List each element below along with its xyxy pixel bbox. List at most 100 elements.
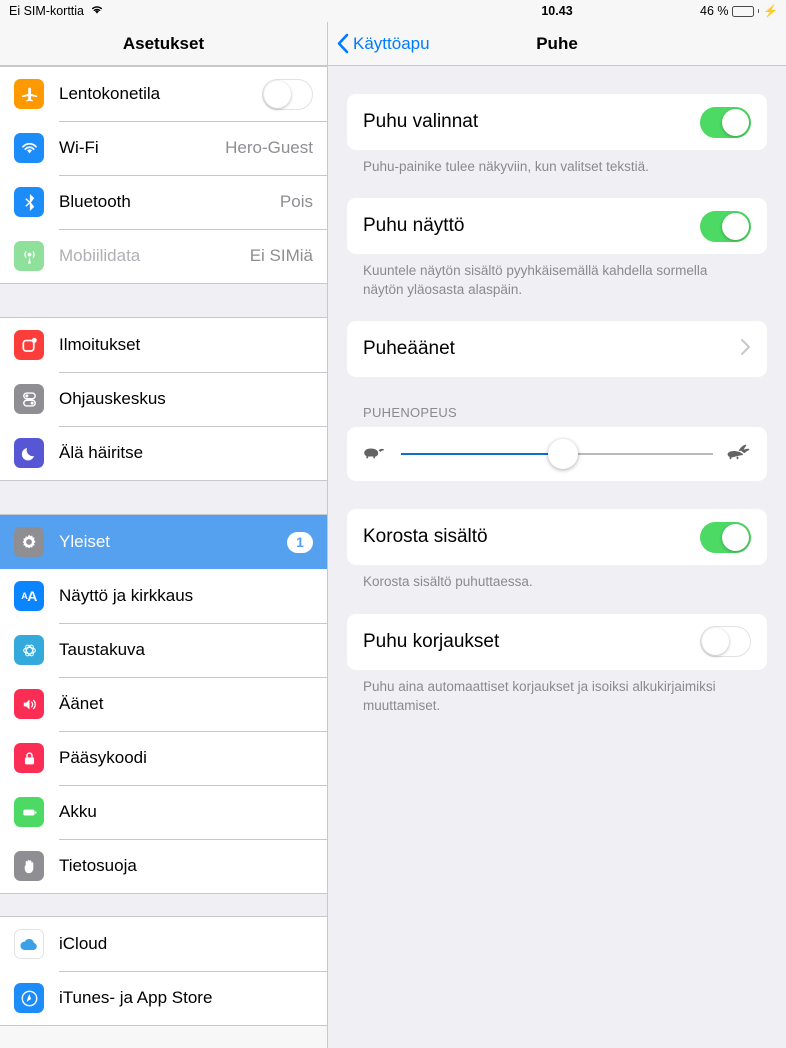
ipad-settings-screen: Ei SIM-korttia 10.43 46 % ⚡ Asetukset Le… bbox=[0, 0, 786, 1048]
sidebar-group-notifications: Ilmoitukset Ohjauskeskus Älä häiritse bbox=[0, 317, 327, 481]
sidebar-group-accounts: iCloud iTunes- ja App Store bbox=[0, 916, 327, 1026]
notifications-icon bbox=[14, 330, 44, 360]
card-puhu-valinnat: Puhu valinnat bbox=[347, 94, 767, 150]
sidebar-item-label: Ohjauskeskus bbox=[59, 389, 166, 408]
sidebar-item-mobiilidata[interactable]: Mobiilidata Ei SIMiä bbox=[0, 229, 327, 283]
sidebar-item-naytto-ja-kirkkaus[interactable]: AA Näyttö ja kirkkaus bbox=[0, 569, 327, 623]
airplane-icon bbox=[14, 79, 44, 109]
battery-icon bbox=[731, 5, 754, 17]
airplane-mode-toggle[interactable] bbox=[262, 78, 313, 110]
sidebar-item-label: Äänet bbox=[59, 694, 104, 713]
sidebar-item-aanet[interactable]: Äänet bbox=[0, 677, 327, 731]
sidebar-item-label: Näyttö ja kirkkaus bbox=[59, 586, 194, 605]
sidebar-gap bbox=[0, 894, 327, 916]
row-puhu-korjaukset[interactable]: Puhu korjaukset bbox=[347, 614, 767, 670]
sidebar-item-label: Lentokonetila bbox=[59, 84, 161, 103]
speech-rate-slider[interactable] bbox=[401, 439, 713, 470]
carrier-label: Ei SIM-korttia bbox=[9, 4, 85, 18]
sidebar-item-label: Taustakuva bbox=[59, 640, 145, 659]
sidebar-item-label: Bluetooth bbox=[59, 192, 131, 211]
sidebar-item-label: Yleiset bbox=[59, 532, 111, 551]
back-label: Käyttöapu bbox=[353, 33, 430, 53]
card-puhu-naytto: Puhu näyttö bbox=[347, 198, 767, 255]
sidebar-item-label: Wi-Fi bbox=[59, 138, 99, 157]
footnote-korosta-sisalto: Korosta sisältö puhuttaessa. bbox=[363, 574, 533, 590]
row-korosta-sisalto[interactable]: Korosta sisältö bbox=[347, 509, 767, 565]
chevron-right-icon bbox=[740, 338, 751, 361]
sidebar-item-taustakuva[interactable]: Taustakuva bbox=[0, 623, 327, 677]
battery-icon bbox=[14, 797, 44, 827]
bluetooth-state-value: Pois bbox=[279, 192, 313, 211]
page-title: Puhe bbox=[536, 33, 578, 53]
detail-panel: Käyttöapu Puhe Puhu valinnat Puhu-painik… bbox=[328, 0, 786, 1048]
korosta-sisalto-toggle[interactable] bbox=[700, 521, 751, 553]
battery-nub bbox=[757, 9, 760, 13]
sidebar-item-yleiset[interactable]: Yleiset 1 bbox=[0, 515, 327, 569]
sidebar-item-bluetooth[interactable]: Bluetooth Pois bbox=[0, 175, 327, 229]
cellular-antenna-icon bbox=[14, 241, 44, 271]
sidebar-item-akku[interactable]: Akku bbox=[0, 785, 327, 839]
row-label: Puhu korjaukset bbox=[363, 630, 500, 652]
hand-privacy-icon bbox=[14, 851, 44, 881]
sidebar-item-label: Ilmoitukset bbox=[59, 335, 141, 354]
sidebar-navbar: Asetukset bbox=[0, 22, 327, 66]
slider-thumb[interactable] bbox=[548, 439, 579, 470]
cellular-state-value: Ei SIMiä bbox=[249, 246, 313, 265]
footnote-puhu-korjaukset: Puhu aina automaattiset korjaukset ja is… bbox=[363, 678, 716, 713]
chevron-left-icon bbox=[336, 33, 349, 54]
puhu-valinnat-toggle[interactable] bbox=[700, 106, 751, 138]
card-puhenopeus bbox=[347, 427, 767, 482]
detail-body: Puhu valinnat Puhu-painike tulee näkyvii… bbox=[328, 66, 786, 715]
bluetooth-icon bbox=[14, 187, 44, 217]
sidebar-gap bbox=[0, 284, 327, 317]
sidebar-item-tietosuoja[interactable]: Tietosuoja bbox=[0, 839, 327, 893]
clock-label: 10.43 bbox=[541, 4, 573, 18]
sidebar-item-label: Pääsykoodi bbox=[59, 748, 147, 767]
back-button[interactable]: Käyttöapu bbox=[328, 33, 430, 54]
hare-icon bbox=[725, 443, 751, 466]
puhu-korjaukset-toggle[interactable] bbox=[700, 626, 751, 658]
sidebar-item-ilmoitukset[interactable]: Ilmoitukset bbox=[0, 318, 327, 372]
speaker-icon bbox=[14, 689, 44, 719]
sidebar-item-itunes-app-store[interactable]: iTunes- ja App Store bbox=[0, 971, 327, 1025]
sidebar-item-wifi[interactable]: Wi-Fi Hero-Guest bbox=[0, 121, 327, 175]
puhu-naytto-toggle[interactable] bbox=[700, 210, 751, 242]
status-bar: Ei SIM-korttia 10.43 46 % ⚡ bbox=[0, 0, 786, 22]
sidebar-item-paasykoodi[interactable]: Pääsykoodi bbox=[0, 731, 327, 785]
row-label: Korosta sisältö bbox=[363, 526, 488, 548]
sidebar-item-ala-hairitse[interactable]: Älä häiritse bbox=[0, 426, 327, 480]
battery-percent-label: 46 % bbox=[700, 4, 729, 18]
sidebar-item-icloud[interactable]: iCloud bbox=[0, 917, 327, 971]
lock-icon bbox=[14, 743, 44, 773]
battery-status: 46 % ⚡ bbox=[700, 4, 778, 18]
status-bar-right: 10.43 46 % ⚡ bbox=[328, 0, 786, 22]
row-puhu-naytto[interactable]: Puhu näyttö bbox=[347, 198, 767, 254]
row-puheaanet[interactable]: Puheäänet bbox=[347, 321, 767, 377]
row-speech-rate[interactable] bbox=[347, 427, 767, 481]
status-badge: 1 bbox=[287, 531, 313, 553]
sidebar-group-connectivity: Lentokonetila Wi-Fi Hero-Guest Bluetooth… bbox=[0, 66, 327, 284]
card-korosta-sisalto: Korosta sisältö bbox=[347, 509, 767, 566]
sidebar-item-label: Älä häiritse bbox=[59, 443, 144, 462]
sidebar-item-lentokonetila[interactable]: Lentokonetila bbox=[0, 67, 327, 121]
footnote-puhu-valinnat: Puhu-painike tulee näkyviin, kun valitse… bbox=[363, 159, 649, 174]
gear-icon bbox=[14, 527, 44, 557]
sidebar-item-ohjauskeskus[interactable]: Ohjauskeskus bbox=[0, 372, 327, 426]
wallpaper-flower-icon bbox=[14, 635, 44, 665]
control-center-icon bbox=[14, 384, 44, 414]
lightning-bolt-icon: ⚡ bbox=[763, 4, 778, 18]
row-puhu-valinnat[interactable]: Puhu valinnat bbox=[347, 94, 767, 150]
detail-navbar: Käyttöapu Puhe bbox=[328, 22, 786, 66]
display-brightness-icon: AA bbox=[14, 581, 44, 611]
footnote-puhu-naytto: Kuuntele näytön sisältö pyyhkäisemällä k… bbox=[363, 263, 708, 298]
icloud-icon bbox=[14, 929, 44, 959]
settings-sidebar[interactable]: Asetukset Lentokonetila Wi-Fi Hero-Guest… bbox=[0, 0, 328, 1048]
status-bar-left: Ei SIM-korttia bbox=[0, 0, 328, 22]
sidebar-item-label: Tietosuoja bbox=[59, 856, 137, 875]
sidebar-gap bbox=[0, 481, 327, 514]
